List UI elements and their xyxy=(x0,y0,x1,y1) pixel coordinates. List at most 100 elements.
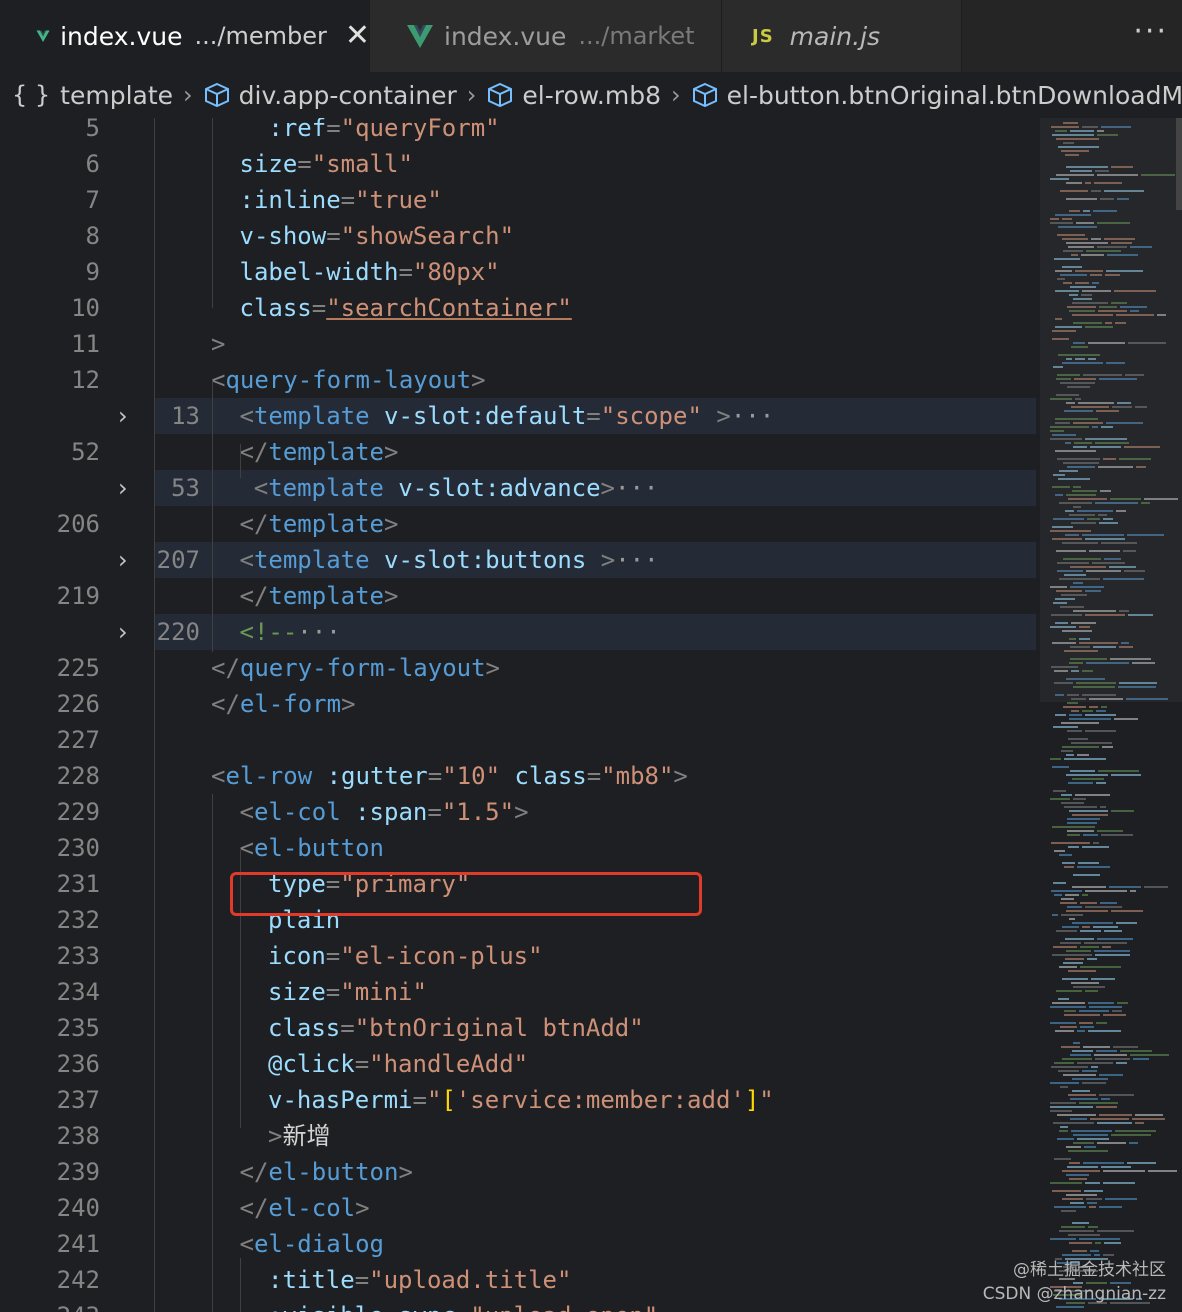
minimap-slider[interactable] xyxy=(1040,118,1182,702)
fold-chevron-icon[interactable]: › xyxy=(118,614,128,650)
code-line[interactable]: 228 <el-row :gutter="10" class="mb8"> xyxy=(0,758,1040,794)
code-line[interactable]: 5 :ref="queryForm" xyxy=(0,118,1040,146)
minimap-line xyxy=(1099,1206,1122,1208)
code-line[interactable]: 220 › <!--··· xyxy=(118,614,1036,650)
code-editor[interactable]: 5 :ref="queryForm" 6 size="small" 7:inline=… xyxy=(0,118,1040,1312)
code-line[interactable]: 239 </el-button> xyxy=(0,1154,1040,1190)
line-number: 229 xyxy=(56,798,100,826)
minimap-line xyxy=(1053,946,1077,948)
code-line[interactable]: 13 › <template v-slot:default="scope" >··· xyxy=(118,398,1036,434)
breadcrumb-label: div.app-container xyxy=(238,80,457,110)
code-line[interactable]: 238 >新增 xyxy=(0,1118,1040,1154)
code-token: < xyxy=(239,798,254,826)
code-line[interactable]: 225 </query-form-layout> xyxy=(0,650,1040,686)
code-line[interactable]: 206 </template> xyxy=(0,506,1040,542)
code-line[interactable]: 236 @click="handleAdd" xyxy=(0,1046,1040,1082)
code-text: >新增 xyxy=(268,1118,330,1154)
code-token: < xyxy=(239,834,254,862)
minimap-line xyxy=(1057,1138,1074,1140)
minimap-line xyxy=(1061,750,1073,752)
code-text: icon="el-icon-plus" xyxy=(268,938,543,974)
tab-main-js[interactable]: JS main.js xyxy=(722,0,962,72)
tab-file-name: main.js xyxy=(789,21,881,51)
code-line[interactable]: 237 v-hasPermi="['service:member:add']" xyxy=(0,1082,1040,1118)
minimap-line xyxy=(1127,1162,1156,1164)
code-token: v-hasPermi xyxy=(268,1086,413,1114)
code-line[interactable]: 10 class="searchContainer" xyxy=(0,290,1040,326)
code-line[interactable]: 229 <el-col :span="1.5"> xyxy=(0,794,1040,830)
code-text: </template> xyxy=(240,506,399,542)
breadcrumb-label: el-button.btnOriginal.btnDownloadMod xyxy=(726,80,1182,110)
code-line[interactable]: 234 size="mini" xyxy=(0,974,1040,1010)
more-actions-icon[interactable]: ··· xyxy=(1133,14,1168,49)
code-line[interactable]: 240 </el-col> xyxy=(0,1190,1040,1226)
code-text: label-width="80px" xyxy=(240,254,500,290)
scrollbar-thumb[interactable] xyxy=(1176,118,1182,210)
code-line[interactable]: 233 icon="el-icon-plus" xyxy=(0,938,1040,974)
code-token: < xyxy=(211,762,226,790)
minimap-line xyxy=(1066,1174,1089,1176)
line-number: 5 xyxy=(85,118,100,142)
fold-chevron-icon[interactable]: › xyxy=(118,398,128,434)
breadcrumb-item-div[interactable]: div.app-container xyxy=(203,81,457,110)
code-line[interactable]: 9 label-width="80px" xyxy=(0,254,1040,290)
code-text: <template v-slot:advance>··· xyxy=(254,470,659,506)
minimap-line xyxy=(1079,1010,1109,1012)
breadcrumb-item-template[interactable]: template xyxy=(60,81,173,110)
tab-index-vue-market[interactable]: index.vue .../market xyxy=(370,0,722,72)
minimap-line xyxy=(1101,834,1133,836)
code-line[interactable]: 230 <el-button xyxy=(0,830,1040,866)
minimap-line xyxy=(1062,1170,1100,1172)
minimap-line xyxy=(1085,1182,1100,1184)
line-number: 52 xyxy=(71,438,100,466)
code-text: class="btnOriginal btnAdd" xyxy=(268,1010,644,1046)
tab-index-vue-member[interactable]: index.vue .../member ✕ xyxy=(0,0,370,72)
code-token: class xyxy=(514,762,587,790)
line-number: 228 xyxy=(56,762,100,790)
minimap-line xyxy=(1098,770,1139,772)
code-token: "mini" xyxy=(340,978,427,1006)
line-number: 8 xyxy=(85,222,100,250)
minimap-line xyxy=(1050,1006,1086,1008)
code-line[interactable]: 242:title="upload.title" xyxy=(0,1262,1040,1298)
code-line[interactable]: 11 > xyxy=(0,326,1040,362)
minimap-line xyxy=(1072,1250,1087,1252)
code-line[interactable]: 226 </el-form> xyxy=(0,686,1040,722)
code-line[interactable]: 7:inline="true" xyxy=(0,182,1040,218)
line-number: 233 xyxy=(56,942,100,970)
code-line[interactable]: 241 <el-dialog xyxy=(0,1226,1040,1262)
fold-chevron-icon[interactable]: › xyxy=(118,470,128,506)
minimap-line xyxy=(1088,1030,1121,1032)
code-line[interactable]: 207 › <template v-slot:buttons >··· xyxy=(118,542,1036,578)
code-line[interactable]: 235 class="btnOriginal btnAdd" xyxy=(0,1010,1040,1046)
code-line[interactable]: 243:visible.sync="upload.open" xyxy=(0,1298,1040,1312)
minimap-line xyxy=(1072,814,1108,816)
indent-guide xyxy=(240,1258,241,1312)
minimap-line xyxy=(1077,1138,1109,1140)
minimap-line xyxy=(1070,1118,1087,1120)
code-token: > xyxy=(355,1194,370,1222)
code-line[interactable]: 6 size="small" xyxy=(0,146,1040,182)
code-line[interactable]: 53 › <template v-slot:advance>··· xyxy=(118,470,1036,506)
minimap-line xyxy=(1089,1206,1096,1208)
minimap-line xyxy=(1086,1198,1102,1200)
close-tab-icon[interactable]: ✕ xyxy=(345,21,370,51)
fold-chevron-icon[interactable]: › xyxy=(118,542,128,578)
minimap-line xyxy=(1132,1118,1165,1120)
breadcrumb-item-el-button[interactable]: el-button.btnOriginal.btnDownloadMod xyxy=(691,81,1182,110)
minimap-line xyxy=(1068,1234,1100,1236)
indent-guide xyxy=(212,380,213,652)
code-line[interactable]: 52 </template> xyxy=(0,434,1040,470)
code-token: = xyxy=(325,942,341,970)
minimap-line xyxy=(1089,706,1098,708)
code-token: "searchContainer" xyxy=(326,294,572,322)
minimap-line xyxy=(1052,766,1069,768)
code-line[interactable]: 12 <query-form-layout> xyxy=(0,362,1040,398)
code-line[interactable]: 8 v-show="showSearch" xyxy=(0,218,1040,254)
code-token: </ xyxy=(211,690,240,718)
code-line[interactable]: 219 </template> xyxy=(0,578,1040,614)
breadcrumb-item-el-row[interactable]: el-row.mb8 xyxy=(486,81,661,110)
minimap-line xyxy=(1050,758,1061,760)
code-token: "queryForm" xyxy=(340,118,500,142)
code-line[interactable]: 227 xyxy=(0,722,1040,758)
